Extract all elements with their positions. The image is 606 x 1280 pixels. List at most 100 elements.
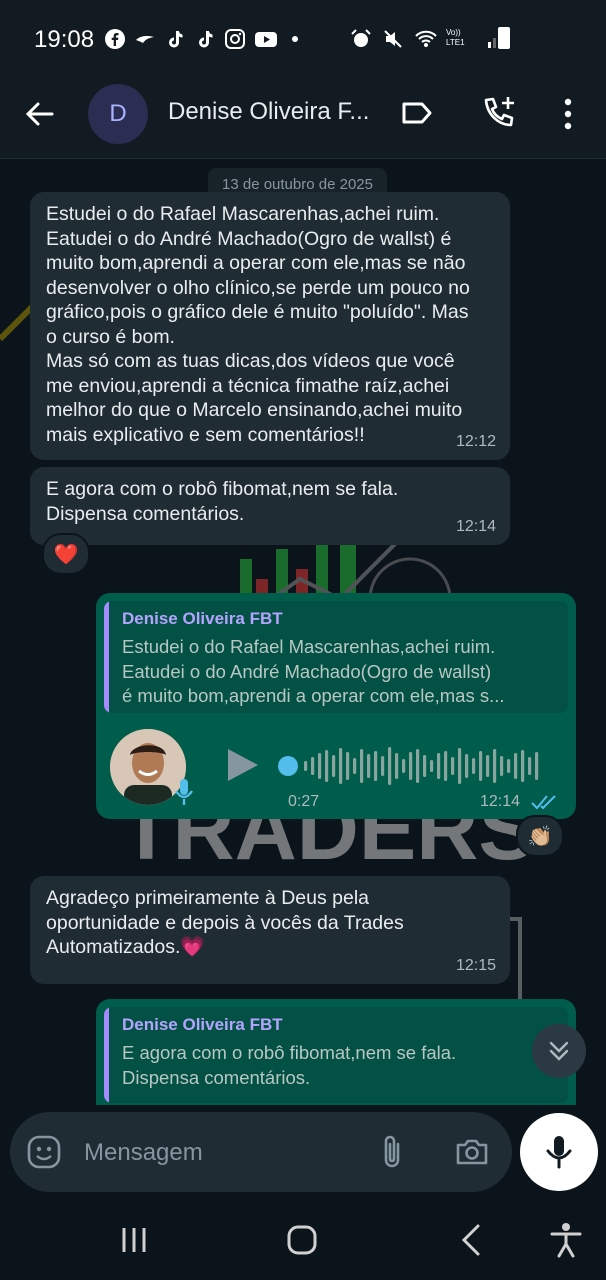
read-ticks-icon [530,793,558,816]
back-icon[interactable] [452,1220,492,1260]
mic-badge-icon [174,777,194,812]
system-icons: Vo)) LTE1 [350,28,508,50]
waveform-bar [521,750,525,782]
voice-duration: 0:27 [288,793,320,810]
mic-icon [546,1136,572,1169]
waveform-bar [528,757,532,775]
add-call-icon[interactable] [480,94,518,132]
waveform-bar [325,750,329,782]
waveform-bar [311,757,315,775]
quote-author: Denise Oliveira FBT [122,1015,283,1034]
emoji-icon[interactable] [26,1134,62,1170]
bird-icon [134,28,156,50]
waveform-bar [437,753,441,779]
waveform-bar [353,758,357,774]
waveform-bar [339,748,343,784]
waveform-bar [360,749,364,783]
more-vert-icon[interactable] [556,94,580,134]
waveform-bar [416,749,420,783]
message-time: 12:15 [455,956,496,974]
message-time: 12:14 [480,793,521,810]
waveform-bar [395,753,399,779]
waveform-bar [514,753,518,779]
incoming-message[interactable]: Agradeço primeiramente à Deus pela oport… [30,876,510,984]
waveform-bar [367,754,371,778]
voice-waveform[interactable] [278,741,550,791]
recents-icon[interactable] [114,1220,154,1260]
contact-avatar[interactable]: D [88,84,148,144]
back-arrow-icon[interactable] [22,96,58,132]
accessibility-icon[interactable] [546,1220,586,1260]
waveform-bar [409,752,413,780]
waveform-bar [451,757,455,775]
waveform-bar [346,752,350,780]
voice-progress-dot[interactable] [278,756,298,776]
incoming-message[interactable]: E agora com o robô fibomat,nem se fala. … [30,467,510,545]
message-text: E agora com o robô fibomat,nem se fala. … [46,478,399,525]
quote-text: E agora com o robô fibomat,nem se fala. … [122,1042,457,1088]
waveform-bar [472,758,476,774]
message-text: Estudei o do Rafael Mascarenhas,achei ru… [46,203,470,446]
voice-record-button[interactable] [520,1113,598,1191]
outgoing-message[interactable]: Denise Oliveira FBT E agora com o robô f… [96,999,576,1105]
chevron-double-down-icon [549,1041,569,1061]
chat-header: D Denise Oliveira F... [0,78,606,159]
dot-icon [284,28,306,50]
waveform-bar [465,754,469,778]
scroll-to-bottom-button[interactable] [532,1024,586,1078]
status-time: 19:08 [34,26,95,53]
quote-bar [104,601,109,713]
message-time: 12:12 [455,432,496,450]
waveform-bar [318,753,322,779]
waveform-bar [374,751,378,781]
chat-area[interactable]: TRADERS 13 de outubro de 2025 Estudei o … [0,159,606,1105]
message-text: Agradeço primeiramente à Deus pela oport… [46,887,404,958]
mute-icon [382,28,404,50]
tiktok-icon [164,28,186,50]
contact-name[interactable]: Denise Oliveira F... [168,98,378,126]
home-icon[interactable] [282,1220,322,1260]
message-input[interactable] [82,1132,366,1174]
waveform-bar [402,759,406,773]
waveform-bar [304,761,308,771]
quoted-message[interactable]: Denise Oliveira FBT Estudei o do Rafael … [104,601,568,713]
waveform-bar [535,752,539,780]
wifi-icon [414,28,437,50]
waveform-bar [430,760,434,772]
alarm-icon [350,28,372,50]
waveform-bar [388,747,392,785]
waveform-bar [507,759,511,773]
facebook-icon [104,28,126,50]
quote-bar [104,1007,109,1103]
battery-icon [498,27,510,49]
waveform-bar [500,756,504,776]
label-icon[interactable] [400,96,434,130]
waveform-bar [332,755,336,777]
waveform-bar [493,749,497,783]
message-composer [10,1112,512,1192]
status-bar: 19:08 Vo)) LTE1 [0,0,606,78]
incoming-message[interactable]: Estudei o do Rafael Mascarenhas,achei ru… [30,192,510,460]
message-time: 12:14 [455,517,496,535]
waveform-bar [381,756,385,776]
waveform-bar [479,751,483,781]
attach-icon[interactable] [378,1132,406,1172]
waveform-bar [458,748,462,784]
waveform-bar [423,755,427,777]
youtube-icon [254,28,277,50]
reaction-clap[interactable]: 👏🏼 [516,815,564,857]
play-icon[interactable] [222,745,262,790]
quoted-message[interactable]: Denise Oliveira FBT E agora com o robô f… [104,1007,568,1103]
camera-icon[interactable] [454,1134,490,1170]
tiktok-icon [194,28,216,50]
waveform-bar [486,755,490,777]
reaction-heart[interactable]: ❤️ [42,533,90,575]
quote-author: Denise Oliveira FBT [122,609,283,628]
outgoing-voice-message[interactable]: Denise Oliveira FBT Estudei o do Rafael … [96,593,576,819]
notification-icons [104,28,306,50]
volte-icon: Vo)) LTE1 [446,28,465,47]
instagram-icon [224,28,246,50]
waveform-bar [444,751,448,781]
system-nav-bar [0,1196,606,1280]
quote-text: Estudei o do Rafael Mascarenhas,achei ru… [122,636,505,706]
